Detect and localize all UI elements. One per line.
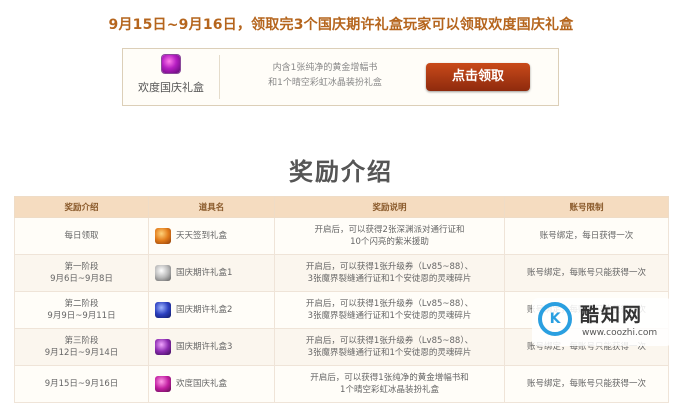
limit-cell: 账号绑定，每日获得一次 <box>504 217 669 255</box>
period-dates: 9月12日~9月14日 <box>44 348 119 358</box>
table-header-row: 奖励介绍 道具名 奖励说明 账号限制 <box>14 196 669 218</box>
item-name: 欢度国庆礼盒 <box>176 379 228 389</box>
header-account-limit: 账号限制 <box>504 196 669 218</box>
item-name: 国庆期许礼盒1 <box>176 268 233 278</box>
desc-line: 3张魔界裂缝通行证和1个安徒恩的灵魂碎片 <box>307 311 472 321</box>
desc-line: 开启后，可以获得1张升级券（Lv85~88）、 <box>305 299 474 309</box>
item-cell: 国庆期许礼盒1 <box>148 254 275 292</box>
silver-giftbox-icon <box>155 265 171 281</box>
desc-line: 开启后，可以获得1张纯净的黄金增幅书和 <box>310 373 469 383</box>
period-dates: 9月9日~9月11日 <box>47 311 116 321</box>
purple-giftbox-icon <box>162 55 180 73</box>
limit-cell: 账号绑定，每账号只能获得一次 <box>504 365 669 403</box>
desc-line: 3张魔界裂缝通行证和1个安徒恩的灵魂碎片 <box>307 274 472 284</box>
gift-cell: 欢度国庆礼盒 <box>123 49 219 105</box>
watermark-url: www.coozhi.com <box>582 328 658 338</box>
item-cell: 国庆期许礼盒2 <box>148 291 275 329</box>
gift-description-line: 内含1张纯净的黄金增幅书 <box>272 63 378 73</box>
period-label: 第二阶段 <box>64 299 99 309</box>
magenta-giftbox-icon <box>155 376 171 392</box>
orange-giftbox-icon <box>155 228 171 244</box>
section-title: 奖励介绍 <box>289 158 393 186</box>
header-reward-intro: 奖励介绍 <box>14 196 149 218</box>
header-item-name: 道具名 <box>148 196 275 218</box>
period-label: 第三阶段 <box>64 336 99 346</box>
item-name: 国庆期许礼盒2 <box>176 305 233 315</box>
desc-line: 3张魔界裂缝通行证和1个安徒恩的灵魂碎片 <box>307 348 472 358</box>
gift-description: 内含1张纯净的黄金增幅书 和1个晴空彩虹冰晶装扮礼盒 <box>235 61 415 91</box>
event-headline: 9月15日~9月16日，领取完3个国庆期许礼盒玩家可以领取欢度国庆礼盒 <box>108 17 574 33</box>
coozhi-logo-icon: K <box>538 302 572 336</box>
site-watermark: K 酷知网 www.coozhi.com <box>532 298 672 346</box>
item-name: 天天签到礼盒 <box>176 231 228 241</box>
desc-line: 开启后，可以获得1张升级券（Lv85~88）、 <box>305 262 474 272</box>
period-label: 第一阶段 <box>64 262 99 272</box>
divider <box>219 55 220 99</box>
claim-panel: 欢度国庆礼盒 内含1张纯净的黄金增幅书 和1个晴空彩虹冰晶装扮礼盒 点击领取 <box>122 48 559 106</box>
table-row: 每日领取 天天签到礼盒 开启后，可以获得2张深渊派对通行证和 10个闪亮的紫米援… <box>14 217 669 255</box>
period-cell: 第二阶段 9月9日~9月11日 <box>14 291 149 329</box>
gift-description-line: 和1个晴空彩虹冰晶装扮礼盒 <box>268 78 382 88</box>
desc-cell: 开启后，可以获得1张升级券（Lv85~88）、 3张魔界裂缝通行证和1个安徒恩的… <box>274 291 505 329</box>
blue-giftbox-icon <box>155 302 171 318</box>
period-label: 9月15日~9月16日 <box>44 379 119 389</box>
desc-line: 10个闪亮的紫米援助 <box>350 237 429 247</box>
claim-button[interactable]: 点击领取 <box>426 63 530 91</box>
desc-line: 开启后，可以获得1张升级券（Lv85~88）、 <box>305 336 474 346</box>
period-cell: 9月15日~9月16日 <box>14 365 149 403</box>
period-cell: 第一阶段 9月6日~9月8日 <box>14 254 149 292</box>
item-cell: 天天签到礼盒 <box>148 217 275 255</box>
desc-cell: 开启后，可以获得1张纯净的黄金增幅书和 1个晴空彩虹冰晶装扮礼盒 <box>274 365 505 403</box>
period-dates: 9月6日~9月8日 <box>50 274 113 284</box>
header-reward-desc: 奖励说明 <box>274 196 505 218</box>
item-name: 国庆期许礼盒3 <box>176 342 233 352</box>
table-row: 第一阶段 9月6日~9月8日 国庆期许礼盒1 开启后，可以获得1张升级券（Lv8… <box>14 254 669 292</box>
desc-line: 开启后，可以获得2张深渊派对通行证和 <box>314 225 465 235</box>
limit-cell: 账号绑定，每账号只能获得一次 <box>504 254 669 292</box>
table-row: 9月15日~9月16日 欢度国庆礼盒 开启后，可以获得1张纯净的黄金增幅书和 1… <box>14 365 669 403</box>
purple-giftbox-icon <box>155 339 171 355</box>
gift-name: 欢度国庆礼盒 <box>138 81 204 94</box>
item-cell: 国庆期许礼盒3 <box>148 328 275 366</box>
desc-cell: 开启后，可以获得1张升级券（Lv85~88）、 3张魔界裂缝通行证和1个安徒恩的… <box>274 328 505 366</box>
item-cell: 欢度国庆礼盒 <box>148 365 275 403</box>
period-cell: 第三阶段 9月12日~9月14日 <box>14 328 149 366</box>
period-cell: 每日领取 <box>14 217 149 255</box>
desc-cell: 开启后，可以获得2张深渊派对通行证和 10个闪亮的紫米援助 <box>274 217 505 255</box>
watermark-name: 酷知网 <box>580 304 644 326</box>
desc-cell: 开启后，可以获得1张升级券（Lv85~88）、 3张魔界裂缝通行证和1个安徒恩的… <box>274 254 505 292</box>
period-label: 每日领取 <box>64 231 99 241</box>
